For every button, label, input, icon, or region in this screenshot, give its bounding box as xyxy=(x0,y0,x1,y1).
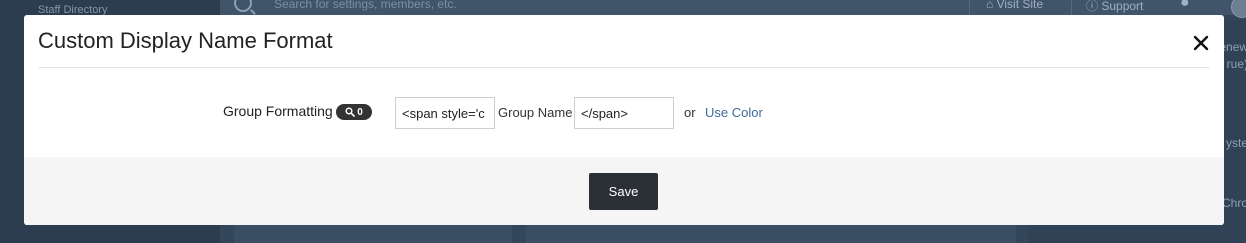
save-button[interactable]: Save xyxy=(589,173,658,210)
top-bar-divider xyxy=(1071,0,1072,15)
avatar[interactable] xyxy=(1231,0,1246,18)
close-button[interactable] xyxy=(1191,33,1211,53)
notifications-bell-icon[interactable]: ● xyxy=(1180,0,1190,12)
support-label: Support xyxy=(1101,0,1144,13)
modal-title: Custom Display Name Format xyxy=(38,28,333,53)
or-text: or xyxy=(684,105,696,120)
right-panel-text: yste xyxy=(1225,136,1246,150)
search-count-badge[interactable]: 0 xyxy=(336,104,372,120)
badge-count: 0 xyxy=(357,106,363,118)
header-divider xyxy=(38,67,1210,68)
right-panel-text: Chro xyxy=(1221,196,1246,210)
group-name-text: Group Name xyxy=(498,105,573,120)
background-panel xyxy=(234,224,512,243)
background-panel xyxy=(526,224,1016,243)
close-icon xyxy=(1193,35,1209,51)
right-panel-text: rue) xyxy=(1226,57,1246,71)
support-link[interactable]: ⓘ Support xyxy=(1086,0,1143,14)
group-formatting-label: Group Formatting xyxy=(223,103,333,119)
use-color-link[interactable]: Use Color xyxy=(705,105,763,120)
modal-footer: Save xyxy=(24,157,1224,225)
visit-site-label: Visit Site xyxy=(996,0,1044,11)
search-icon xyxy=(345,107,356,117)
admin-search-input[interactable]: Search for settings, members, etc. xyxy=(274,0,457,11)
group-prefix-input[interactable] xyxy=(395,97,495,129)
search-icon xyxy=(234,0,252,12)
group-suffix-input[interactable] xyxy=(574,97,674,129)
top-bar-divider xyxy=(969,0,970,15)
visit-site-link[interactable]: ⌂ Visit Site xyxy=(986,0,1043,11)
custom-display-name-format-modal: Custom Display Name Format Group Formatt… xyxy=(24,15,1224,225)
